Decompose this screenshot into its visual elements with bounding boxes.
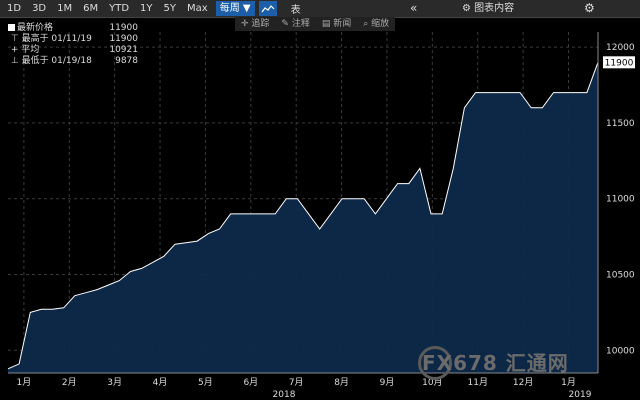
- legend-avg: + 平均 10921: [8, 45, 138, 55]
- x-tick-label: 11月: [468, 377, 488, 388]
- x-tick-label: 9月: [380, 377, 395, 388]
- legend-low-value: 9878: [115, 56, 138, 66]
- legend-avg-value: 10921: [109, 45, 138, 55]
- x-tick-label: 4月: [153, 377, 168, 388]
- x-tick-label: 1月: [17, 377, 32, 388]
- y-tick-label: 10000: [606, 346, 635, 356]
- x-tick-label: 2月: [62, 377, 77, 388]
- x-tick-label: 7月: [289, 377, 304, 388]
- legend-high-value: 11900: [109, 34, 138, 44]
- x-tick-label: 1月: [561, 377, 576, 388]
- x-tick-label: 12月: [513, 377, 533, 388]
- y-tick-label: 12000: [606, 43, 635, 53]
- y-tick-label: 10500: [606, 270, 635, 280]
- checkbox-icon[interactable]: [8, 24, 15, 31]
- x-tick-label: 3月: [107, 377, 122, 388]
- watermark: FX678 汇通网: [422, 351, 569, 375]
- y-tick-label: 11000: [606, 195, 635, 205]
- x-tick-label: 6月: [243, 377, 258, 388]
- last-price-label: 11900: [605, 58, 634, 68]
- chart-legend: 最新价格 11900 ⊤ 最高于 01/11/19 11900 + 平均 109…: [8, 23, 138, 67]
- x-tick-label: 5月: [198, 377, 213, 388]
- legend-high-label: 最高于 01/11/19: [21, 34, 92, 44]
- legend-latest-value: 11900: [109, 23, 138, 33]
- legend-latest[interactable]: 最新价格 11900: [8, 23, 138, 34]
- year-label: 2018: [273, 390, 296, 400]
- legend-latest-label: 最新价格: [17, 23, 54, 33]
- x-tick-label: 8月: [334, 377, 349, 388]
- legend-high: ⊤ 最高于 01/11/19 11900: [8, 34, 138, 44]
- y-tick-label: 11500: [606, 119, 635, 129]
- year-label: 2019: [569, 390, 592, 400]
- legend-low: ⊥ 最低于 01/19/18 9878: [8, 56, 138, 66]
- legend-low-label: 最低于 01/19/18: [21, 56, 92, 66]
- legend-avg-label: 平均: [21, 45, 40, 55]
